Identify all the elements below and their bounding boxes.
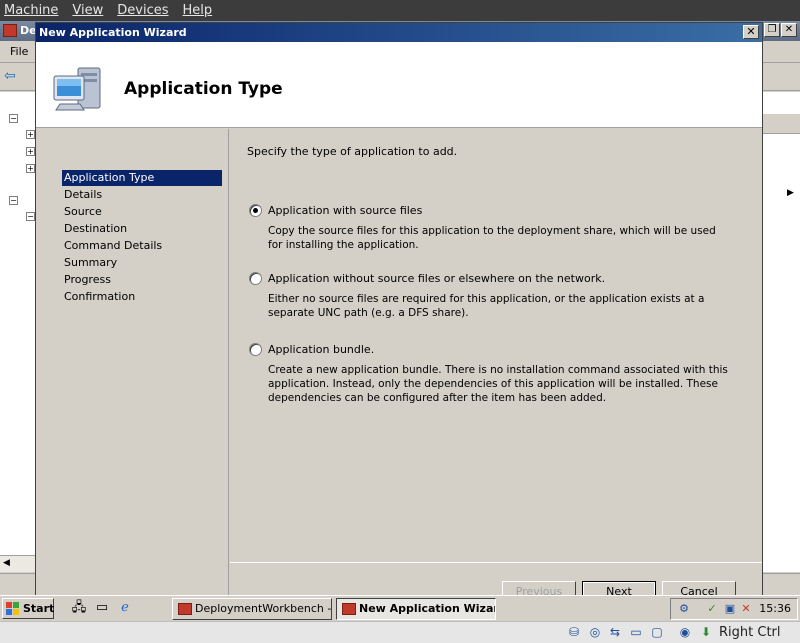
menu-file[interactable]: File	[10, 45, 28, 58]
system-tray: ⚙ ✓ ▣ ✕ 15:36	[670, 598, 798, 620]
update-icon[interactable]: ✓	[705, 602, 719, 616]
tree-collapse-icon[interactable]: −	[9, 114, 18, 123]
workbench-app-icon	[3, 24, 17, 37]
host-menu-help[interactable]: Help	[183, 3, 213, 18]
option-label[interactable]: Application without source files or else…	[268, 272, 605, 285]
host-menu-view[interactable]: View	[72, 3, 103, 18]
wizard-step-summary[interactable]: Summary	[62, 255, 222, 271]
wizard-header: Application Type	[36, 42, 762, 128]
tree-expand-icon[interactable]: +	[26, 147, 35, 156]
task-label: DeploymentWorkbench -...	[195, 602, 332, 615]
server-manager-icon[interactable]: 🖧	[70, 600, 88, 616]
display-icon[interactable]: ▢	[649, 625, 665, 640]
taskbar: Start 🖧 ▭ ℯ DeploymentWorkbench -... New…	[0, 595, 800, 621]
wizard-content: Specify the type of application to add. …	[230, 129, 762, 563]
workbench-app-icon	[178, 603, 192, 615]
wizard-step-application-type[interactable]: Application Type	[62, 170, 222, 186]
windows-flag-icon	[6, 602, 19, 615]
host-key-label: Right Ctrl	[719, 625, 781, 640]
actions-pane: ▶	[762, 92, 800, 572]
radio-application-bundle[interactable]	[249, 343, 262, 356]
shared-folders-icon[interactable]: ▭	[628, 625, 644, 640]
taskbar-item-new-application-wizard[interactable]: New Application Wizard	[336, 598, 496, 620]
mouse-integration-icon[interactable]: ⬇	[698, 625, 714, 640]
next-button[interactable]: Next	[582, 581, 656, 595]
usb-icon[interactable]: ⇆	[607, 625, 623, 640]
scroll-left-icon[interactable]: ◀	[3, 558, 10, 568]
restore-icon[interactable]: ❐	[764, 23, 780, 37]
option-label[interactable]: Application with source files	[268, 204, 422, 217]
wizard-step-details[interactable]: Details	[62, 187, 222, 203]
console-tree: − + + + − −	[0, 92, 36, 572]
volume-muted-icon[interactable]: ✕	[739, 602, 753, 616]
instruction-text: Specify the type of application to add.	[247, 145, 458, 158]
close-icon[interactable]: ✕	[743, 25, 759, 39]
option-description: Either no source files are required for …	[268, 293, 705, 319]
wizard-step-source[interactable]: Source	[62, 204, 222, 220]
radio-no-source-files[interactable]	[249, 272, 262, 285]
workbench-app-icon	[342, 603, 356, 615]
clock[interactable]: 15:36	[759, 602, 791, 615]
network-icon[interactable]: ⚙	[677, 602, 691, 616]
virtualbox-status-bar: ⛁ ◎ ⇆ ▭ ▢ ◉ ⬇ Right Ctrl	[0, 621, 800, 643]
radio-source-files[interactable]	[249, 204, 262, 217]
network-status-icon[interactable]: ▣	[723, 602, 737, 616]
actions-pane-header	[763, 114, 800, 134]
start-label: Start	[23, 602, 55, 615]
close-icon[interactable]: ✕	[781, 23, 797, 37]
computer-icon	[53, 67, 101, 111]
optical-drive-icon[interactable]: ◎	[587, 625, 603, 640]
taskbar-item-deploymentworkbench[interactable]: DeploymentWorkbench -...	[172, 598, 332, 620]
host-menu-machine[interactable]: Machine	[4, 3, 58, 18]
tree-collapse-icon[interactable]: −	[9, 196, 18, 205]
option-description: Copy the source files for this applicati…	[268, 225, 716, 251]
host-menu-devices[interactable]: Devices	[117, 3, 168, 18]
recording-icon[interactable]: ◉	[677, 625, 693, 640]
option-label[interactable]: Application bundle.	[268, 343, 374, 356]
wizard-title: New Application Wizard	[39, 26, 187, 39]
option-description: Create a new application bundle. There i…	[268, 364, 728, 404]
wizard-button-bar: Previous Next Cancel	[230, 564, 762, 595]
start-button[interactable]: Start	[2, 598, 54, 619]
back-arrow-icon[interactable]: ⇦	[4, 69, 20, 84]
cancel-button[interactable]: Cancel	[662, 581, 736, 595]
wizard-step-destination[interactable]: Destination	[62, 221, 222, 237]
tree-expand-icon[interactable]: +	[26, 164, 35, 173]
wizard-step-list: Application Type Details Source Destinat…	[36, 129, 229, 595]
new-application-wizard-dialog: New Application Wizard ✕ Application Typ…	[35, 22, 763, 595]
wizard-step-command-details[interactable]: Command Details	[62, 238, 222, 254]
page-title: Application Type	[124, 79, 283, 99]
host-menu-bar: Machine View Devices Help	[0, 0, 800, 21]
guest-desktop: De ❐ ✕ File ⇦ − + + + − − ◀ ▶ New Applic…	[0, 21, 800, 595]
wizard-step-progress[interactable]: Progress	[62, 272, 222, 288]
hard-disk-icon[interactable]: ⛁	[566, 625, 582, 640]
wizard-titlebar[interactable]: New Application Wizard ✕	[36, 23, 762, 42]
task-label: New Application Wizard	[359, 602, 496, 615]
tree-horizontal-scrollbar[interactable]: ◀	[0, 555, 36, 572]
show-desktop-icon[interactable]: ▭	[93, 600, 111, 616]
wizard-step-confirmation[interactable]: Confirmation	[62, 289, 222, 305]
chevron-right-icon[interactable]: ▶	[787, 188, 794, 198]
previous-button[interactable]: Previous	[502, 581, 576, 595]
tree-collapse-icon[interactable]: −	[26, 212, 35, 221]
internet-explorer-icon[interactable]: ℯ	[116, 600, 134, 616]
tree-expand-icon[interactable]: +	[26, 130, 35, 139]
